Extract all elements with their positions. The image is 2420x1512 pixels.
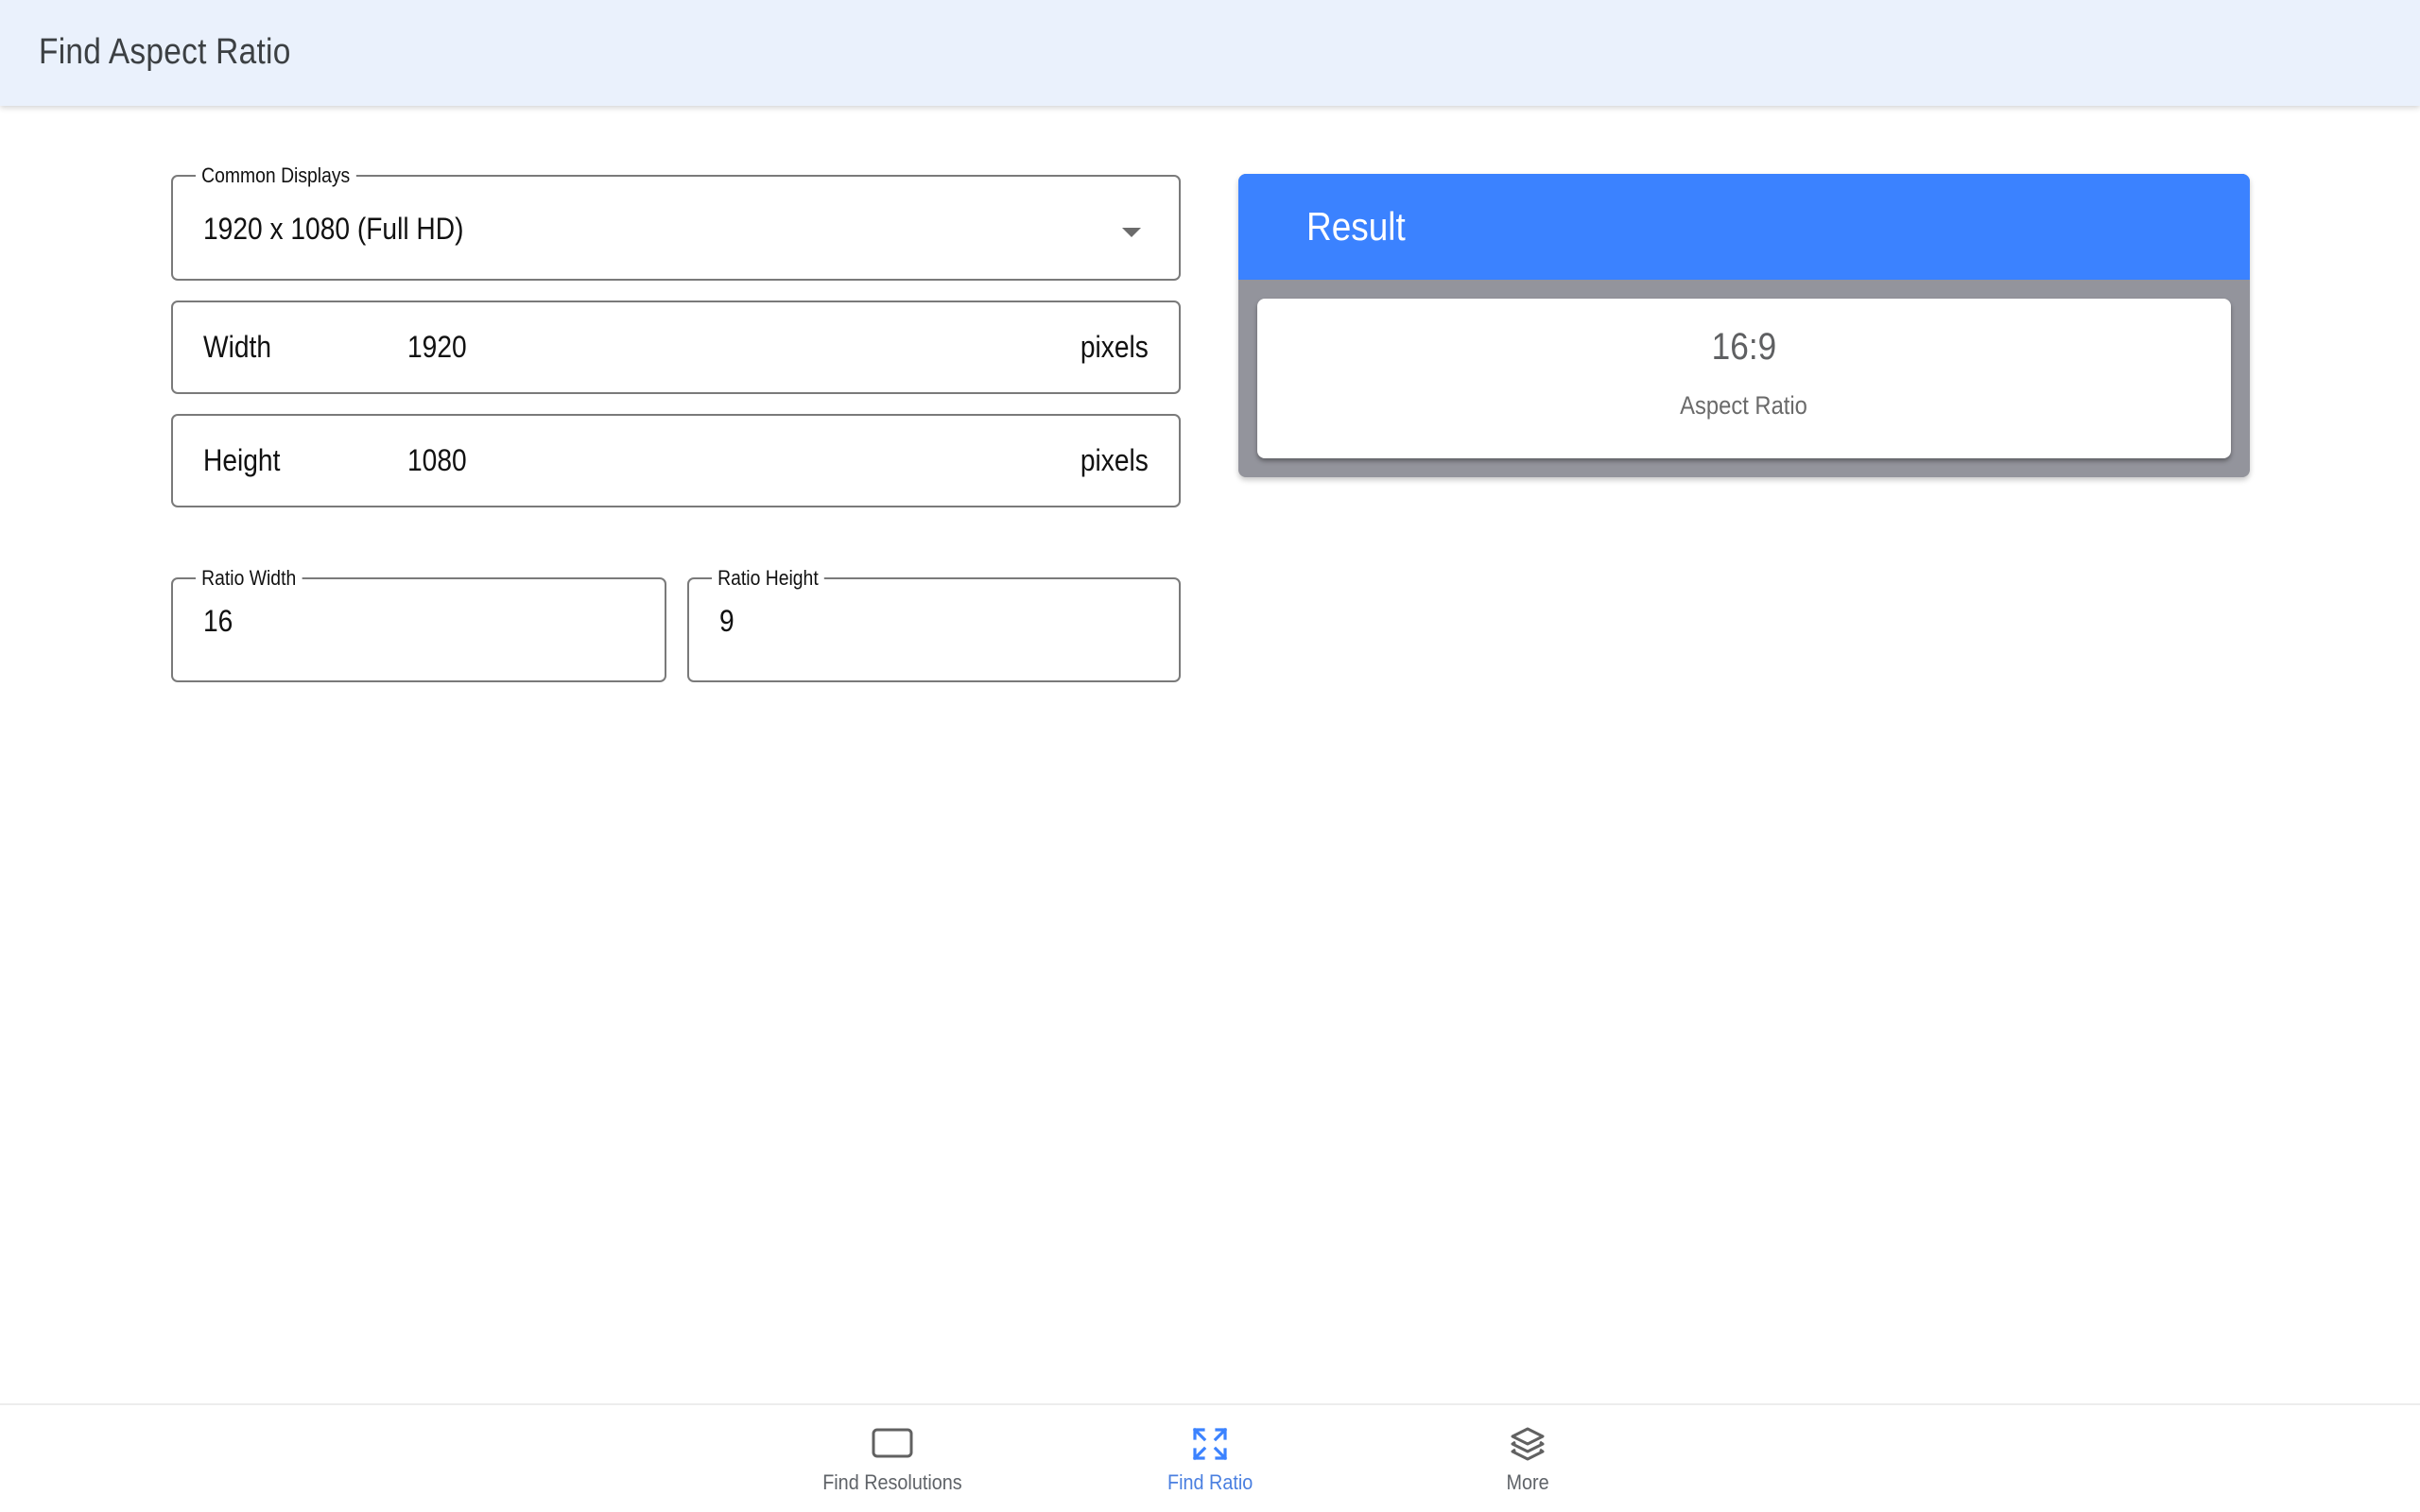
nav-item-find-resolutions[interactable]: Find Resolutions xyxy=(751,1405,1034,1512)
nav-label-find-resolutions: Find Resolutions xyxy=(751,1469,1034,1496)
page-title: Find Aspect Ratio xyxy=(39,32,291,72)
result-panel: 16:9 Aspect Ratio xyxy=(1257,299,2231,458)
ratio-height-input[interactable]: 9 xyxy=(719,602,735,640)
common-displays-label: Common Displays xyxy=(196,164,356,187)
height-input[interactable]: 1080 xyxy=(407,441,467,479)
width-field[interactable]: Width 1920 pixels xyxy=(171,301,1181,394)
aspect-ratio-caption-text: Aspect Ratio xyxy=(1680,391,1808,420)
nav-label-text: More xyxy=(1506,1470,1549,1494)
height-label: Height xyxy=(203,443,281,477)
bottom-navigation: Find Resolutions Find Ratio More xyxy=(0,1403,2420,1512)
aspect-ratio-value: 16:9 xyxy=(1257,323,2231,370)
layers-icon xyxy=(1511,1427,1545,1461)
result-header: Result xyxy=(1238,174,2250,280)
arrow-drop-down-icon[interactable] xyxy=(1122,228,1141,237)
ratio-width-field[interactable]: Ratio Width 16 xyxy=(171,567,666,682)
nav-item-more[interactable]: More xyxy=(1386,1405,1669,1512)
result-card: Result 16:9 Aspect Ratio xyxy=(1238,174,2250,477)
aspect-ratio-value-text: 16:9 xyxy=(1711,326,1777,368)
height-unit: pixels xyxy=(1080,443,1149,477)
nav-item-find-ratio[interactable]: Find Ratio xyxy=(1068,1405,1352,1512)
rectangle-icon xyxy=(872,1428,913,1458)
ratio-height-field[interactable]: Ratio Height 9 xyxy=(687,567,1181,682)
ratio-height-label: Ratio Height xyxy=(712,567,824,590)
common-displays-select[interactable]: Common Displays 1920 x 1080 (Full HD) xyxy=(171,164,1181,281)
expand-arrows-icon xyxy=(1192,1427,1228,1461)
width-label: Width xyxy=(203,330,271,364)
common-displays-value: 1920 x 1080 (Full HD) xyxy=(203,212,464,246)
height-field[interactable]: Height 1080 pixels xyxy=(171,414,1181,507)
aspect-ratio-caption: Aspect Ratio xyxy=(1257,389,2231,421)
app-header: Find Aspect Ratio xyxy=(0,0,2420,106)
nav-label-find-ratio: Find Ratio xyxy=(1068,1469,1352,1496)
nav-label-text: Find Resolutions xyxy=(822,1470,962,1494)
nav-label-more: More xyxy=(1386,1469,1669,1496)
nav-label-text: Find Ratio xyxy=(1167,1470,1253,1494)
width-unit: pixels xyxy=(1080,330,1149,364)
width-input[interactable]: 1920 xyxy=(407,328,467,366)
ratio-width-input[interactable]: 16 xyxy=(203,602,233,640)
ratio-width-label: Ratio Width xyxy=(196,567,302,590)
result-title: Result xyxy=(1306,204,1406,249)
